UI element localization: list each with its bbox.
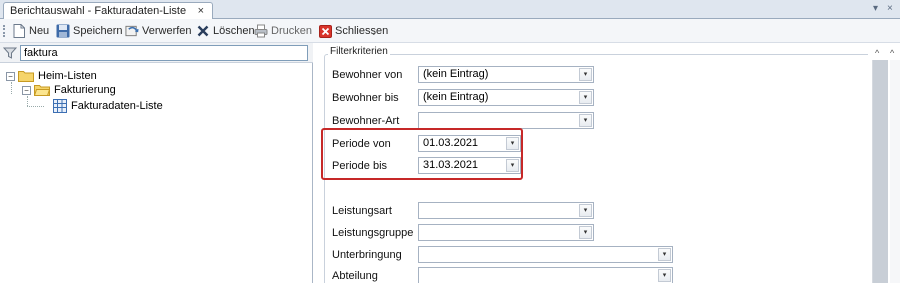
chevron-down-icon[interactable]: ▾ <box>658 269 671 282</box>
tree-node-heim-listen[interactable]: − Heim-Listen <box>6 69 97 83</box>
filter-icon[interactable] <box>2 46 18 60</box>
filter-panel: Filterkriterien Bewohner von (kein Eintr… <box>315 43 872 283</box>
collapse-icon[interactable]: − <box>22 85 31 95</box>
save-label: Speichern <box>73 25 123 37</box>
save-icon <box>56 24 70 38</box>
bewohner-art-combo[interactable]: ▾ <box>418 112 594 129</box>
abteilung-label: Abteilung <box>332 270 378 282</box>
new-button[interactable]: Neu <box>12 23 49 39</box>
leistungsart-label: Leistungsart <box>332 205 392 217</box>
collapse-icon[interactable]: − <box>6 71 15 81</box>
print-icon <box>254 24 268 38</box>
tab-strip: Berichtauswahl - Fakturadaten-Liste × ▾ … <box>0 0 900 19</box>
scrollbar-track-outer[interactable] <box>890 60 900 283</box>
delete-icon <box>196 24 210 38</box>
leistungsgruppe-label: Leistungsgruppe <box>332 227 414 239</box>
unterbringung-combo[interactable]: ▾ <box>418 246 673 263</box>
chevron-down-icon[interactable]: ▾ <box>579 204 592 217</box>
chevron-down-icon[interactable]: ▾ <box>506 159 519 172</box>
bewohner-bis-combo[interactable]: (kein Eintrag) ▾ <box>418 89 594 106</box>
filter-title: Filterkriterien <box>328 46 390 57</box>
scroll-up-icon[interactable]: ^ <box>875 48 879 58</box>
scrollbar-track[interactable] <box>872 60 888 283</box>
chevron-down-icon[interactable]: ▾ <box>658 248 671 261</box>
bewohner-art-label: Bewohner-Art <box>332 115 400 127</box>
periode-von-label: Periode von <box>332 138 391 150</box>
window-close-icon[interactable]: × <box>887 3 893 14</box>
folder-open-icon <box>34 85 50 96</box>
tree-label: Fakturadaten-Liste <box>71 100 163 112</box>
chevron-down-icon[interactable]: ▾ <box>579 226 592 239</box>
date-value: 31.03.2021 <box>423 159 479 171</box>
chevron-down-icon[interactable]: ▾ <box>579 91 592 104</box>
chevron-down-icon[interactable]: ▾ <box>579 68 592 81</box>
new-label: Neu <box>29 25 50 37</box>
unterbringung-label: Unterbringung <box>332 249 402 261</box>
tree-node-fakturadaten-liste[interactable]: Fakturadaten-Liste <box>53 99 163 113</box>
save-button[interactable]: Speichern <box>56 23 123 39</box>
close-red-icon <box>318 24 332 38</box>
periode-von-date[interactable]: 01.03.2021 ▾ <box>418 135 521 152</box>
window-dropdown-icon[interactable]: ▾ <box>873 3 878 14</box>
folder-icon <box>18 71 34 82</box>
periode-bis-date[interactable]: 31.03.2021 ▾ <box>418 157 521 174</box>
abteilung-combo[interactable]: ▾ <box>418 267 673 283</box>
toolbar-overflow-icon[interactable]: ⌄ <box>370 27 378 38</box>
bewohner-von-combo[interactable]: (kein Eintrag) ▾ <box>418 66 594 83</box>
report-grid-icon <box>53 99 67 113</box>
chevron-down-icon[interactable]: ▾ <box>506 137 519 150</box>
tab-berichtauswahl[interactable]: Berichtauswahl - Fakturadaten-Liste × <box>3 2 213 19</box>
periode-bis-label: Periode bis <box>332 160 388 172</box>
bewohner-von-label: Bewohner von <box>332 69 403 81</box>
tab-title: Berichtauswahl - Fakturadaten-Liste <box>10 5 187 17</box>
print-label: Drucken <box>271 25 312 37</box>
tree-node-fakturierung[interactable]: − Fakturierung <box>22 83 116 97</box>
toolbar-grip[interactable] <box>3 25 5 37</box>
discard-button[interactable]: Verwerfen <box>125 23 192 39</box>
report-tree-panel: − Heim-Listen − Fakturierung Fakturadate… <box>0 43 313 283</box>
new-document-icon <box>12 24 26 38</box>
toolbar: Neu Speichern Verwerfen Löschen Drucken … <box>0 19 900 43</box>
tab-close-icon[interactable]: × <box>198 5 204 17</box>
leistungsart-combo[interactable]: ▾ <box>418 202 594 219</box>
discard-icon <box>125 24 139 38</box>
search-input[interactable] <box>20 45 308 61</box>
delete-label: Löschen <box>213 25 255 37</box>
vertical-scrollbar[interactable]: ^ ^ <box>868 43 900 283</box>
scrollbar-thumb[interactable] <box>873 60 888 283</box>
print-button[interactable]: Drucken <box>254 23 312 39</box>
discard-label: Verwerfen <box>142 25 192 37</box>
close-label: Schliessen <box>335 25 389 37</box>
combo-value: (kein Eintrag) <box>423 91 489 103</box>
delete-button[interactable]: Löschen <box>196 23 255 39</box>
leistungsgruppe-combo[interactable]: ▾ <box>418 224 594 241</box>
date-value: 01.03.2021 <box>423 137 479 149</box>
combo-value: (kein Eintrag) <box>423 68 489 80</box>
tree-label: Heim-Listen <box>38 70 97 82</box>
bewohner-bis-label: Bewohner bis <box>332 92 399 104</box>
search-bar <box>0 43 313 63</box>
chevron-down-icon[interactable]: ▾ <box>579 114 592 127</box>
tree-label: Fakturierung <box>54 84 116 96</box>
close-button[interactable]: Schliessen <box>318 23 388 39</box>
scroll-up-icon[interactable]: ^ <box>890 48 894 58</box>
